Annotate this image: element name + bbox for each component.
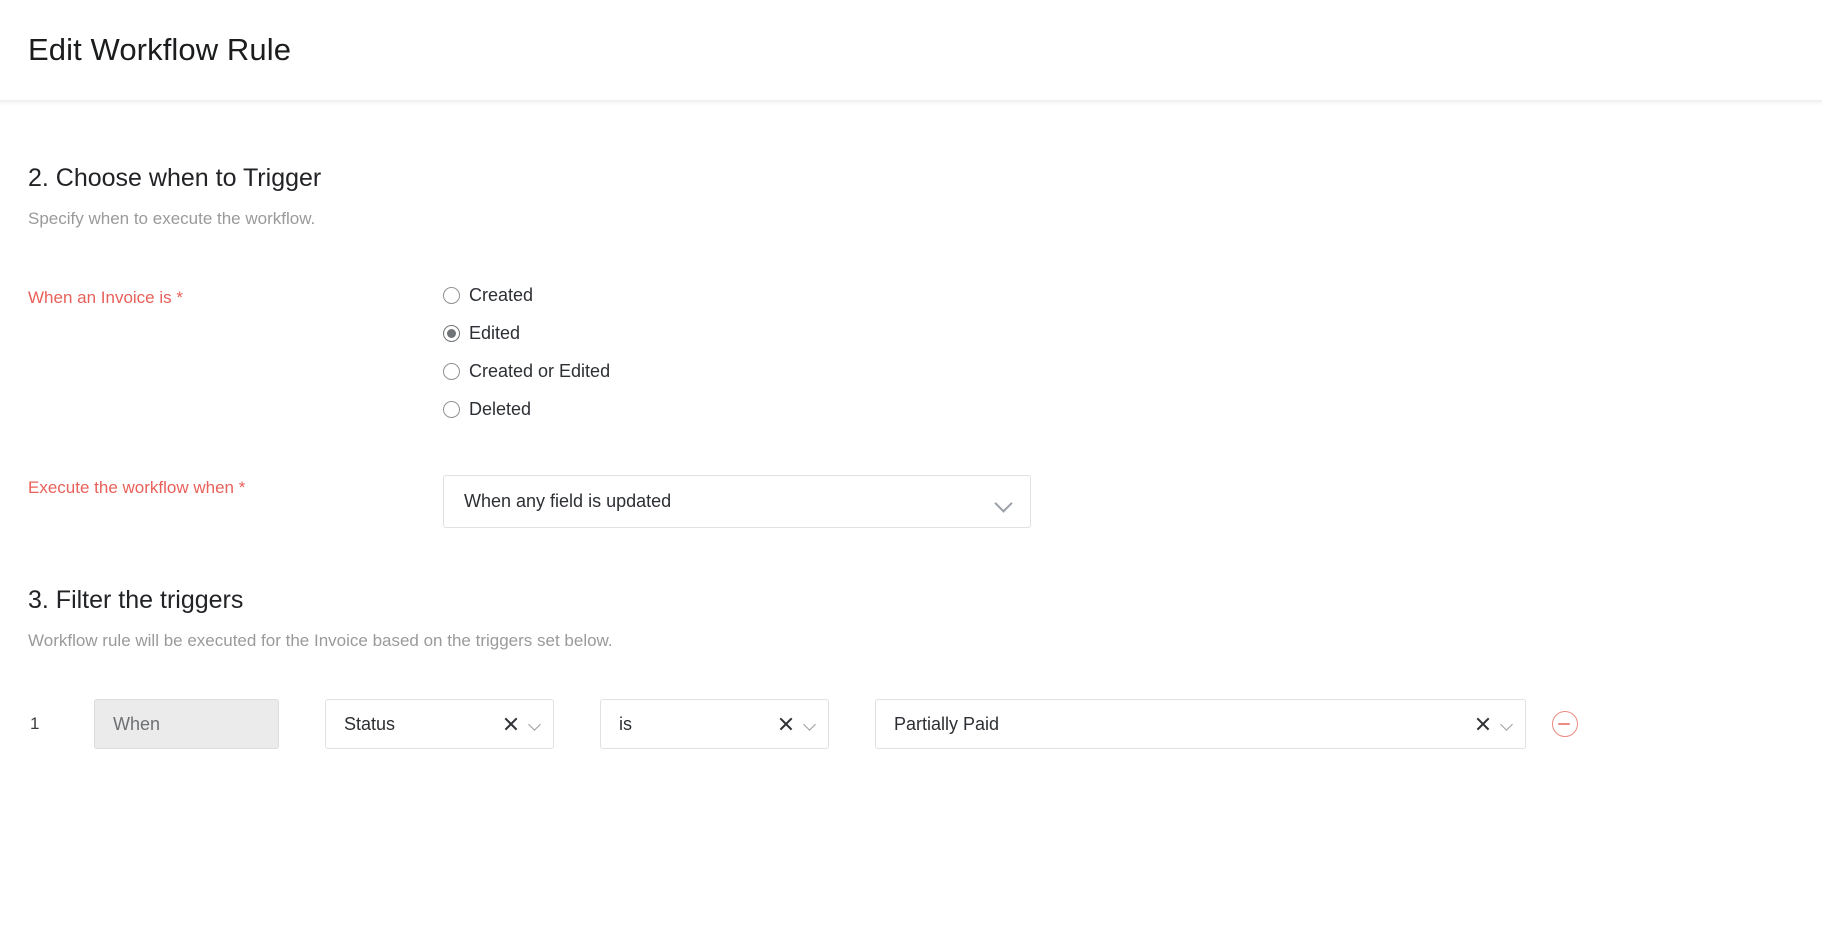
- filter-field-value: Status: [344, 713, 396, 734]
- page-title: Edit Workflow Rule: [28, 32, 292, 67]
- section-choose-when-to-trigger: 2. Choose when to Trigger Specify when t…: [28, 106, 1794, 528]
- content-area: 2. Choose when to Trigger Specify when t…: [0, 106, 1822, 749]
- chevron-down-icon: [803, 718, 816, 731]
- radio-circle-selected-icon: [443, 324, 460, 342]
- page-header: Edit Workflow Rule: [0, 0, 1822, 100]
- radio-option-edited[interactable]: Edited: [443, 323, 610, 343]
- section-filter-the-triggers: 3. Filter the triggers Workflow rule wil…: [28, 528, 1794, 749]
- radio-circle-icon: [443, 362, 460, 380]
- radio-label-created-or-edited: Created or Edited: [469, 361, 611, 381]
- radio-option-created[interactable]: Created: [443, 285, 610, 305]
- filter-conjunction-field: When: [94, 699, 279, 749]
- remove-filter-row-button[interactable]: [1552, 711, 1578, 737]
- form-row-execute-when: Execute the workflow when * When any fie…: [28, 419, 1794, 528]
- label-execute-workflow-when: Execute the workflow when *: [28, 478, 246, 497]
- filter-value-value: Partially Paid: [894, 713, 1000, 734]
- radio-circle-icon: [443, 286, 460, 304]
- label-when-invoice-is: When an Invoice is *: [28, 288, 183, 307]
- section-subtitle-trigger: Specify when to execute the workflow.: [28, 209, 316, 228]
- radio-label-deleted: Deleted: [469, 399, 532, 419]
- radio-group-invoice-event: Created Edited Created or Edited Deleted: [443, 285, 610, 419]
- radio-label-edited: Edited: [469, 323, 521, 343]
- select-value-execute-when: When any field is updated: [464, 491, 672, 511]
- filter-row: 1 When Status is Partially Paid: [28, 651, 1794, 749]
- section-subtitle-filters: Workflow rule will be executed for the I…: [28, 631, 613, 650]
- radio-label-created: Created: [469, 285, 534, 305]
- section-title-trigger: 2. Choose when to Trigger: [28, 164, 322, 192]
- radio-option-created-or-edited[interactable]: Created or Edited: [443, 361, 610, 381]
- filter-value-select[interactable]: Partially Paid: [875, 699, 1526, 749]
- radio-circle-icon: [443, 400, 460, 418]
- form-row-when-invoice-is: When an Invoice is * Created Edited Crea…: [28, 229, 1794, 419]
- section-title-filters: 3. Filter the triggers: [28, 586, 244, 614]
- filter-condition-select[interactable]: is: [600, 699, 829, 749]
- radio-option-deleted[interactable]: Deleted: [443, 399, 610, 419]
- filter-row-index: 1: [30, 714, 40, 733]
- close-icon[interactable]: [503, 716, 519, 732]
- chevron-down-icon: [994, 493, 1013, 513]
- filter-condition-value: is: [619, 713, 632, 734]
- chevron-down-icon: [1500, 718, 1513, 731]
- filter-conjunction-value: When: [113, 713, 161, 734]
- close-icon[interactable]: [1475, 716, 1491, 732]
- chevron-down-icon: [528, 718, 541, 731]
- close-icon[interactable]: [778, 716, 794, 732]
- filter-field-select[interactable]: Status: [325, 699, 554, 749]
- select-execute-workflow-when[interactable]: When any field is updated: [443, 475, 1031, 528]
